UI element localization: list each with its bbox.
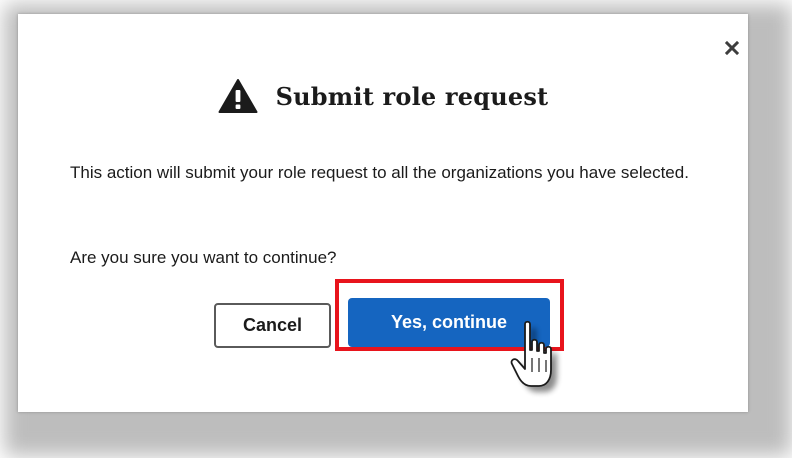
warning-triangle-icon — [218, 79, 258, 113]
dialog-body-text: This action will submit your role reques… — [70, 163, 689, 182]
screenshot-canvas: Submit role request This action will sub… — [0, 0, 792, 458]
close-icon — [725, 41, 739, 55]
dialog-question-text: Are you sure you want to continue? — [70, 248, 337, 267]
dialog-title: Submit role request — [275, 81, 549, 111]
confirm-dialog: Submit role request This action will sub… — [18, 14, 748, 412]
close-button[interactable] — [720, 36, 744, 60]
cancel-button[interactable]: Cancel — [214, 303, 331, 348]
dialog-header: Submit role request — [18, 74, 748, 118]
yes-continue-button[interactable]: Yes, continue — [348, 298, 550, 347]
